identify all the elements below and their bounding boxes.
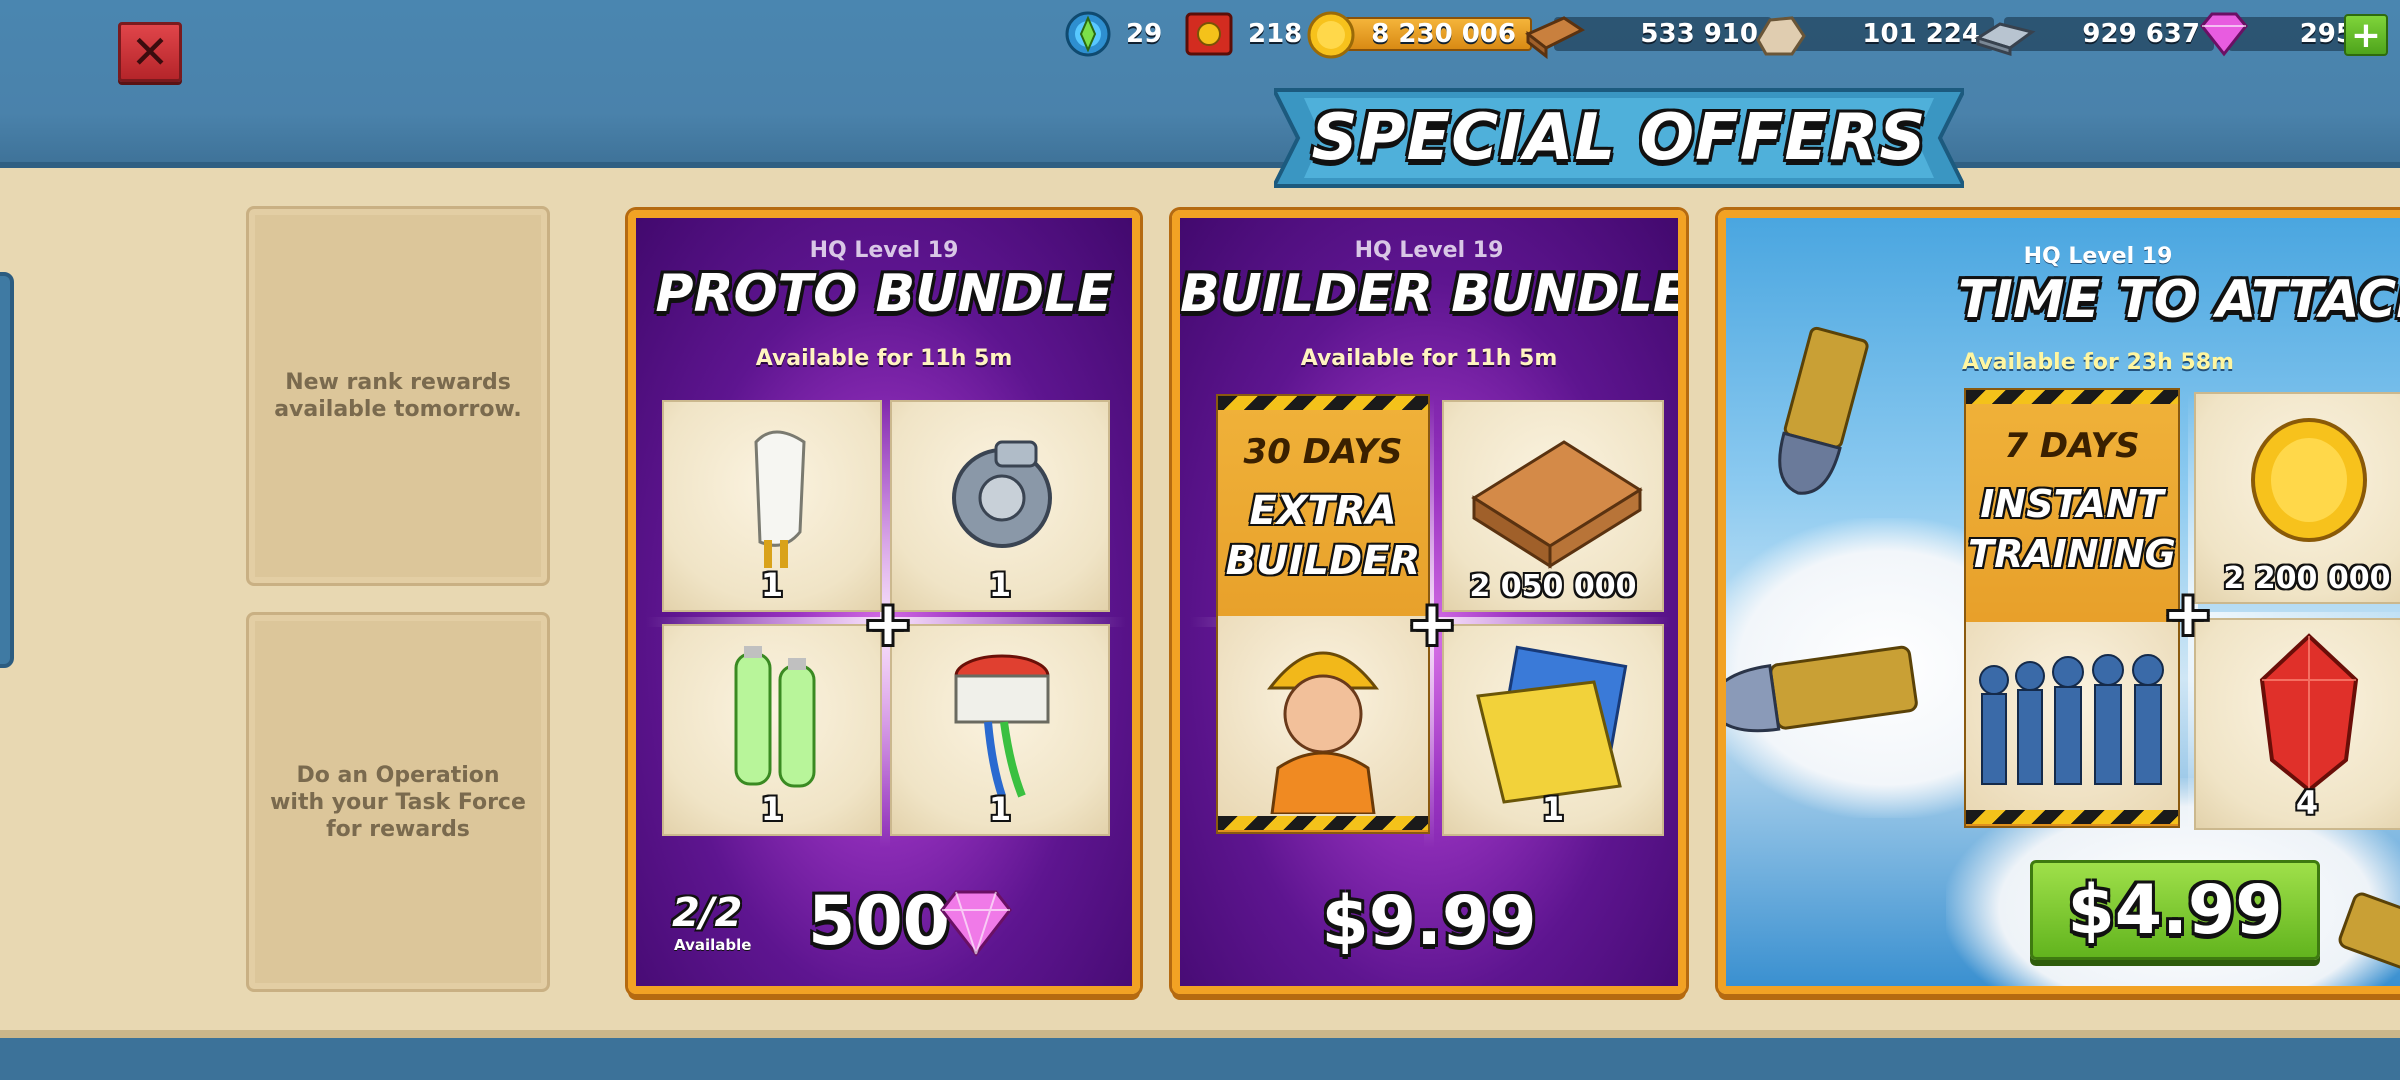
offer-availability: Available for 11h 5m	[755, 346, 1013, 371]
close-button[interactable]: ✕	[118, 22, 182, 82]
builder-portrait-icon	[1266, 651, 1380, 814]
item-count: 4	[2295, 784, 2319, 822]
intel-count: 29	[1126, 19, 1163, 49]
offer-item: 1	[1442, 624, 1664, 836]
offer-hq-level: HQ Level 19	[809, 238, 959, 263]
gold-coin-icon	[1307, 11, 1355, 59]
add-diamonds-button[interactable]: +	[2344, 14, 2388, 56]
boost-duration: 30 DAYS	[1243, 432, 1403, 472]
offer-price[interactable]: 500	[808, 882, 950, 961]
item-count: 2 200 000	[2223, 561, 2391, 596]
offer-title: TIME TO ATTACK	[1958, 270, 2400, 330]
resource-gold[interactable]: 8 230 006	[1306, 11, 1532, 59]
bullet-icon	[2338, 892, 2400, 982]
instant-training-boost: 7 DAYS INSTANT TRAINING	[1964, 388, 2180, 828]
medal-icon	[1185, 12, 1233, 56]
wood-icon	[1525, 16, 1585, 60]
offer-card-builder-bundle[interactable]: HQ Level 19 BUILDER BUNDLE Available for…	[1172, 210, 1686, 994]
plus-icon: +	[2350, 14, 2382, 56]
iron-icon	[1974, 22, 2036, 57]
boost-line3: BUILDER	[1225, 538, 1421, 584]
boost-line3: TRAINING	[1968, 532, 2176, 576]
offer-title: BUILDER BUNDLE	[1180, 264, 1686, 324]
item-count: 1	[760, 566, 784, 604]
extra-builder-boost: 30 DAYS EXTRA BUILDER	[1216, 394, 1430, 834]
offer-availability: Available for 11h 5m	[1300, 346, 1558, 371]
plus-icon: +	[2162, 579, 2214, 649]
close-icon: ✕	[130, 25, 170, 79]
item-count: 1	[760, 790, 784, 828]
offer-item: 1	[890, 624, 1110, 836]
item-count: 2 050 000	[1469, 569, 1637, 604]
offer-item: 1	[662, 624, 882, 836]
offer-availability: Available for 23h 58m	[1962, 350, 2234, 375]
boost-line2: EXTRA	[1249, 488, 1397, 534]
resource-iron[interactable]: 929 637	[1974, 12, 2214, 57]
bullet-icon	[1778, 326, 1869, 495]
offer-item: 1	[890, 400, 1110, 612]
stone-icon	[1756, 16, 1806, 56]
plus-icon: +	[862, 589, 914, 659]
rank-reward-text: New rank rewards available tomorrow.	[274, 370, 522, 422]
offer-stock-label: Available	[674, 936, 752, 954]
offer-title: PROTO BUNDLE	[655, 264, 1113, 324]
task-force-reward-text: Do an Operation with your Task Force for…	[270, 762, 526, 842]
resource-wood[interactable]: 533 910	[1524, 12, 1772, 60]
rank-reward-box: New rank rewards available tomorrow.	[246, 206, 550, 586]
offer-item: 1	[662, 400, 882, 612]
riflemen-troops-icon	[1979, 654, 2164, 785]
resource-diamonds[interactable]: 295	[2198, 12, 2368, 57]
offer-price: $4.99	[2067, 870, 2283, 950]
item-count: 1	[988, 566, 1012, 604]
bottom-strip	[0, 1038, 2400, 1080]
offer-card-time-to-attack[interactable]: HQ Level 19 TIME TO ATTACK Available for…	[1718, 210, 2400, 994]
offer-item: 4	[2194, 618, 2400, 830]
item-count: 1	[1541, 790, 1565, 828]
diamond-icon	[2200, 12, 2248, 57]
page-title: SPECIAL OFFERS	[1311, 101, 1927, 175]
boost-duration: 7 DAYS	[2004, 426, 2140, 466]
resource-intel[interactable]: 29	[1064, 11, 1163, 57]
medals-count: 218	[1248, 19, 1303, 49]
item-count: 1	[988, 790, 1012, 828]
offer-item: 2 050 000	[1442, 400, 1664, 612]
wood-count: 533 910	[1554, 17, 1772, 51]
buy-button[interactable]: $4.99	[2030, 860, 2320, 960]
bullet-icon	[1726, 645, 1918, 733]
offer-price[interactable]: $9.99	[1180, 882, 1678, 961]
offer-card-proto-bundle[interactable]: HQ Level 19 PROTO BUNDLE Available for 1…	[628, 210, 1140, 994]
offer-hq-level: HQ Level 19	[1354, 238, 1504, 263]
special-offers-banner: SPECIAL OFFERS	[1274, 86, 1964, 190]
intel-icon	[1065, 11, 1111, 57]
offer-item: 2 200 000	[2194, 392, 2400, 604]
offer-hq-level: HQ Level 19	[2023, 244, 2173, 269]
diamond-icon	[940, 890, 1012, 957]
boost-line2: INSTANT	[1980, 482, 2164, 526]
stone-count: 101 224	[1782, 17, 1994, 51]
gold-count: 8 230 006	[1332, 17, 1532, 51]
plus-icon: +	[1406, 589, 1458, 659]
resource-medals[interactable]: 218	[1184, 12, 1302, 56]
task-force-reward-box: Do an Operation with your Task Force for…	[246, 612, 550, 992]
offer-stock: 2/2	[672, 890, 743, 936]
resource-stone[interactable]: 101 224	[1752, 12, 1994, 56]
side-tab[interactable]	[0, 272, 14, 668]
